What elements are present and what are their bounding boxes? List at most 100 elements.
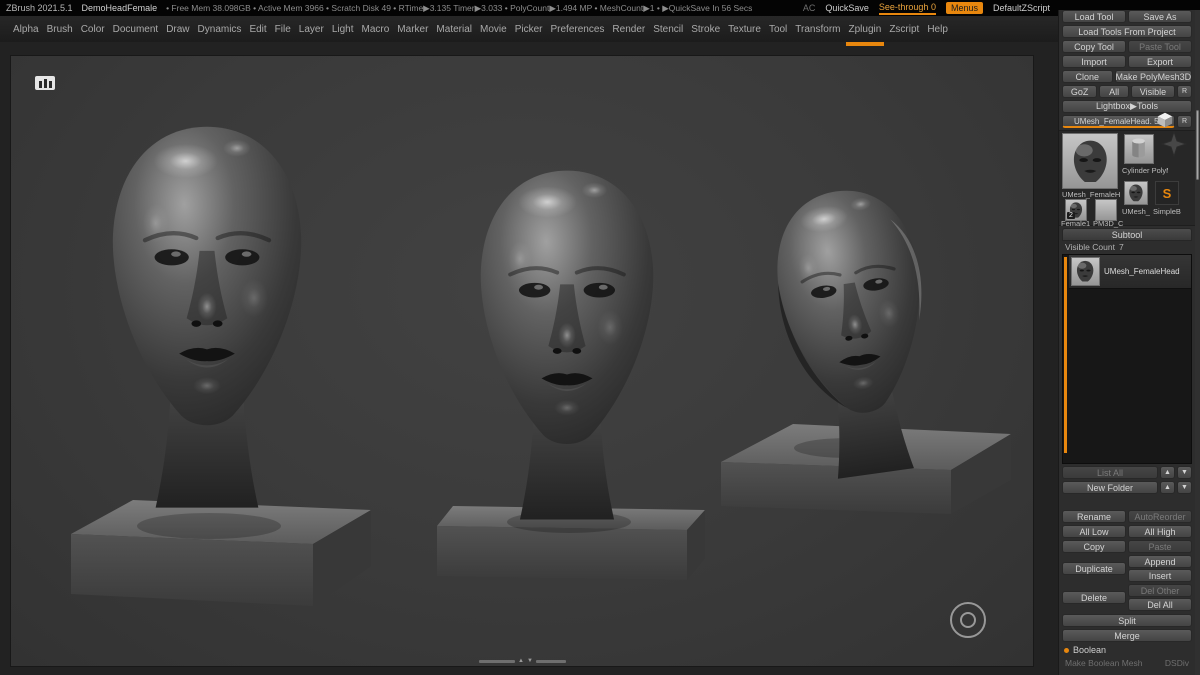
export-button[interactable]: Export <box>1128 55 1192 68</box>
canvas-scroll-hint[interactable]: ▲ ▼ <box>479 658 566 664</box>
menu-edit[interactable]: Edit <box>248 22 267 37</box>
all-high-button[interactable]: All High <box>1128 525 1192 538</box>
import-button[interactable]: Import <box>1062 55 1126 68</box>
copy-subtool-button[interactable]: Copy <box>1062 540 1126 553</box>
duplicate-button[interactable]: Duplicate <box>1062 562 1126 575</box>
scroll-bar-left[interactable] <box>479 659 515 663</box>
status-stats: • Free Mem 38.098GB • Active Mem 3966 • … <box>166 2 753 13</box>
menu-light[interactable]: Light <box>331 22 355 37</box>
menu-zplugin[interactable]: Zplugin <box>845 22 885 46</box>
menu-layer[interactable]: Layer <box>298 22 325 37</box>
visible-count-label: Visible Count <box>1065 242 1115 252</box>
copy-tool-button[interactable]: Copy Tool <box>1062 40 1126 53</box>
pm3d-tool-thumbnail[interactable] <box>1095 199 1117 221</box>
make-polymesh3d-button[interactable]: Make PolyMesh3D <box>1114 70 1192 83</box>
menu-alpha[interactable]: Alpha <box>12 22 40 37</box>
menu-tool[interactable]: Tool <box>768 22 788 37</box>
ac-indicator: AC <box>802 3 816 13</box>
head-center[interactable] <box>437 168 705 580</box>
subtool-item-thumbnail <box>1071 257 1100 286</box>
menu-bar: Alpha Brush Color Document Draw Dynamics… <box>0 16 1060 46</box>
insert-button[interactable]: Insert <box>1128 569 1192 582</box>
menu-file[interactable]: File <box>274 22 292 37</box>
panel-scrollbar[interactable] <box>1195 10 1200 675</box>
rename-button[interactable]: Rename <box>1062 510 1126 523</box>
menu-material[interactable]: Material <box>435 22 473 37</box>
goz-all-button[interactable]: All <box>1099 85 1129 98</box>
menu-marker[interactable]: Marker <box>396 22 429 37</box>
see-through-slider[interactable]: See-through 0 <box>878 2 936 15</box>
load-tool-button[interactable]: Load Tool <box>1062 10 1126 23</box>
menu-brush[interactable]: Brush <box>46 22 74 37</box>
scene-svg <box>71 56 1011 606</box>
save-as-button[interactable]: Save As <box>1128 10 1192 23</box>
head-right[interactable] <box>721 180 1011 514</box>
head-left[interactable] <box>71 127 371 606</box>
autoreorder-button: AutoReorder <box>1128 510 1192 523</box>
cylinder-tool-thumbnail[interactable] <box>1124 134 1154 164</box>
pm3d-tool-label: PM3D_C <box>1093 219 1124 228</box>
menu-macro[interactable]: Macro <box>361 22 391 37</box>
menu-render[interactable]: Render <box>611 22 646 37</box>
scroll-up-icon[interactable]: ▲ <box>518 658 524 664</box>
default-zscript-button[interactable]: DefaultZScript <box>993 3 1050 13</box>
marker-bar-icon <box>43 79 47 88</box>
visible-count-row: Visible Count 7 <box>1065 242 1189 252</box>
goz-visible-button[interactable]: Visible <box>1130 85 1175 98</box>
folder-down-button[interactable]: ▼ <box>1177 481 1192 494</box>
subtool-selected-item[interactable]: UMesh_FemaleHead <box>1069 255 1191 289</box>
quickpick-star-icon[interactable] <box>1161 131 1187 157</box>
del-all-button[interactable]: Del All <box>1128 598 1192 611</box>
folder-up-button[interactable]: ▲ <box>1160 481 1175 494</box>
subtool-list[interactable]: UMesh_FemaleHead <box>1062 254 1192 464</box>
subtool-down-button[interactable]: ▼ <box>1177 466 1192 479</box>
menu-transform[interactable]: Transform <box>794 22 841 37</box>
visible-count-value: 7 <box>1118 242 1124 252</box>
cylinder-tool-label: Cylinder PolyMes <box>1122 166 1168 175</box>
goz-r-button[interactable]: R <box>1177 85 1192 98</box>
menu-color[interactable]: Color <box>80 22 106 37</box>
load-tools-from-project-button[interactable]: Load Tools From Project <box>1062 25 1192 38</box>
active-tool-thumbnail[interactable] <box>1062 133 1118 189</box>
subtool-section-header[interactable]: Subtool <box>1062 228 1192 241</box>
menu-stroke[interactable]: Stroke <box>690 22 721 37</box>
menu-preferences[interactable]: Preferences <box>549 22 605 37</box>
new-folder-button[interactable]: New Folder <box>1062 481 1158 494</box>
canvas-marker-icon[interactable] <box>35 76 55 90</box>
simplebrush-s-glyph: S <box>1162 185 1172 201</box>
menu-draw[interactable]: Draw <box>165 22 190 37</box>
split-section-button[interactable]: Split <box>1062 614 1192 627</box>
boolean-section-header[interactable]: Boolean <box>1064 644 1190 656</box>
female-tool-thumbnail[interactable]: 2 <box>1065 199 1087 221</box>
append-button[interactable]: Append <box>1128 555 1192 568</box>
sculpt-viewport[interactable]: ▲ ▼ <box>10 55 1034 667</box>
menu-texture[interactable]: Texture <box>727 22 762 37</box>
camera-orbit-ring[interactable] <box>950 602 986 638</box>
delete-button[interactable]: Delete <box>1062 591 1126 604</box>
merge-section-button[interactable]: Merge <box>1062 629 1192 642</box>
menu-stencil[interactable]: Stencil <box>652 22 684 37</box>
current-tool-r-button[interactable]: R <box>1177 115 1192 128</box>
clone-button[interactable]: Clone <box>1062 70 1113 83</box>
umesh-tool-thumbnail[interactable] <box>1124 181 1148 205</box>
menu-zscript[interactable]: Zscript <box>888 22 920 37</box>
marker-bar-icon <box>48 81 52 88</box>
subtool-up-button[interactable]: ▲ <box>1160 466 1175 479</box>
scroll-bar-right[interactable] <box>535 659 566 663</box>
simplebrush-tool-thumbnail[interactable]: S <box>1155 181 1179 205</box>
menu-movie[interactable]: Movie <box>479 22 508 37</box>
goz-button[interactable]: GoZ <box>1062 85 1098 98</box>
menu-help[interactable]: Help <box>926 22 949 37</box>
panel-spacer <box>1059 496 1195 510</box>
subtool-scrollbar[interactable] <box>1064 257 1067 453</box>
quicksave-button[interactable]: QuickSave <box>825 3 869 13</box>
scroll-down-icon[interactable]: ▼ <box>527 658 533 664</box>
menus-toggle[interactable]: Menus <box>945 2 983 14</box>
menu-picker[interactable]: Picker <box>514 22 544 37</box>
simplebrush-tool-label: SimpleB <box>1153 207 1181 216</box>
menu-document[interactable]: Document <box>112 22 160 37</box>
panel-scrollbar-thumb[interactable] <box>1196 110 1199 180</box>
all-low-button[interactable]: All Low <box>1062 525 1126 538</box>
marker-bar-icon <box>38 81 42 88</box>
menu-dynamics[interactable]: Dynamics <box>197 22 243 37</box>
